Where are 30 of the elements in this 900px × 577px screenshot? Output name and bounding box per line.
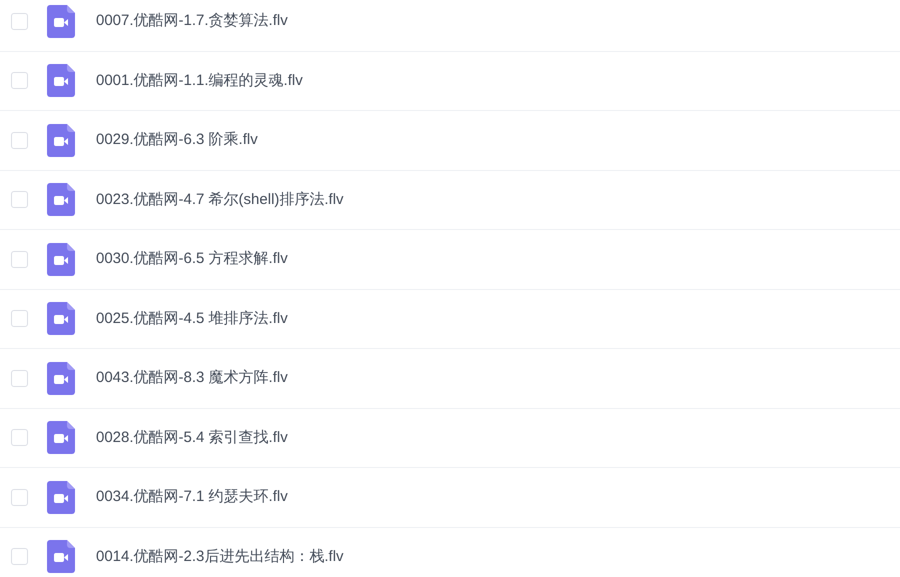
- checkbox[interactable]: [11, 370, 28, 387]
- video-file-icon: [47, 242, 75, 276]
- file-name[interactable]: 0029.优酷网-6.3 阶乘.flv: [96, 129, 258, 152]
- file-name[interactable]: 0007.优酷网-1.7.贪婪算法.flv: [96, 10, 288, 32]
- checkbox[interactable]: [11, 488, 28, 506]
- checkbox[interactable]: [11, 429, 28, 446]
- video-file-icon: [47, 480, 75, 514]
- checkbox[interactable]: [11, 72, 28, 90]
- file-name[interactable]: 0014.优酷网-2.3后进先出结构：栈.flv: [96, 546, 344, 568]
- video-file-icon: [47, 421, 75, 454]
- file-name[interactable]: 0034.优酷网-7.1 约瑟夫环.flv: [96, 486, 288, 508]
- video-file-icon: [47, 183, 75, 216]
- checkbox[interactable]: [11, 548, 28, 566]
- file-name[interactable]: 0028.优酷网-5.4 索引查找.flv: [96, 426, 288, 449]
- file-name[interactable]: 0023.优酷网-4.7 希尔(shell)排序法.flv: [96, 188, 344, 211]
- checkbox[interactable]: [11, 250, 28, 268]
- file-name[interactable]: 0025.优酷网-4.5 堆排序法.flv: [96, 308, 288, 330]
- video-file-icon: [47, 64, 75, 98]
- video-file-icon: [47, 4, 75, 38]
- video-file-icon: [47, 362, 75, 395]
- file-name[interactable]: 0030.优酷网-6.5 方程求解.flv: [96, 248, 288, 270]
- video-file-icon: [47, 540, 75, 574]
- file-name[interactable]: 0001.优酷网-1.1.编程的灵魂.flv: [96, 70, 303, 92]
- video-file-icon: [47, 124, 75, 157]
- file-name[interactable]: 0043.优酷网-8.3 魔术方阵.flv: [96, 367, 288, 390]
- checkbox[interactable]: [11, 132, 28, 149]
- video-file-icon: [47, 302, 75, 336]
- checkbox[interactable]: [11, 191, 28, 208]
- checkbox[interactable]: [11, 310, 28, 328]
- checkbox[interactable]: [11, 12, 28, 30]
